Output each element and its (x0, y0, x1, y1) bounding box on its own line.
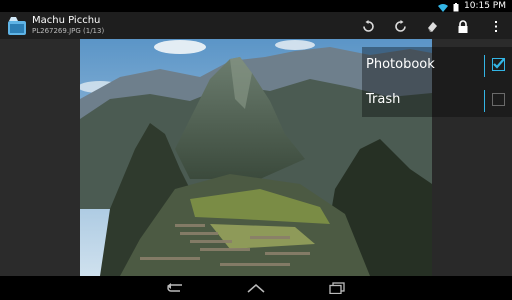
home-icon (247, 284, 265, 293)
screen: 10:15 PM Machu Picchu PL267269.JPG (1/13… (0, 0, 512, 300)
overflow-menu-icon (495, 20, 497, 32)
check-icon (493, 58, 505, 69)
eraser-button[interactable] (424, 18, 440, 34)
title-block: Machu Picchu PL267269.JPG (1/13) (32, 15, 104, 36)
recent-apps-button[interactable] (326, 280, 348, 296)
app-icon[interactable] (6, 15, 28, 36)
album-row-trash[interactable]: Trash (362, 82, 512, 117)
rotate-right-button[interactable] (392, 18, 408, 34)
album-label: Photobook (366, 57, 435, 72)
side-panel (432, 117, 512, 276)
album-row-photobook[interactable]: Photobook (362, 47, 512, 82)
album-label: Trash (366, 92, 401, 107)
eraser-icon (427, 21, 437, 32)
back-icon (167, 283, 182, 292)
photo-title: Machu Picchu (32, 15, 101, 26)
overflow-menu-button[interactable] (488, 18, 504, 34)
album-list: Photobook Trash (362, 47, 512, 117)
rotate-right-icon (394, 19, 406, 32)
album-checkbox[interactable] (492, 58, 505, 71)
back-button[interactable] (164, 280, 186, 296)
clock: 10:15 PM (464, 1, 506, 11)
lock-icon (458, 19, 468, 33)
rotate-left-icon (362, 19, 374, 32)
home-button[interactable] (245, 280, 267, 296)
divider (484, 55, 485, 77)
photo-subtitle: PL267269.JPG (1/13) (32, 27, 105, 35)
recent-apps-icon (329, 282, 345, 294)
album-checkbox[interactable] (492, 93, 505, 106)
status-bar: 10:15 PM (0, 0, 512, 12)
status-icons: 10:15 PM (438, 0, 506, 12)
divider (484, 90, 485, 112)
rotate-left-button[interactable] (360, 18, 376, 34)
navigation-bar (0, 276, 512, 300)
action-bar: Machu Picchu PL267269.JPG (1/13) (0, 12, 512, 39)
lock-button[interactable] (455, 18, 471, 34)
